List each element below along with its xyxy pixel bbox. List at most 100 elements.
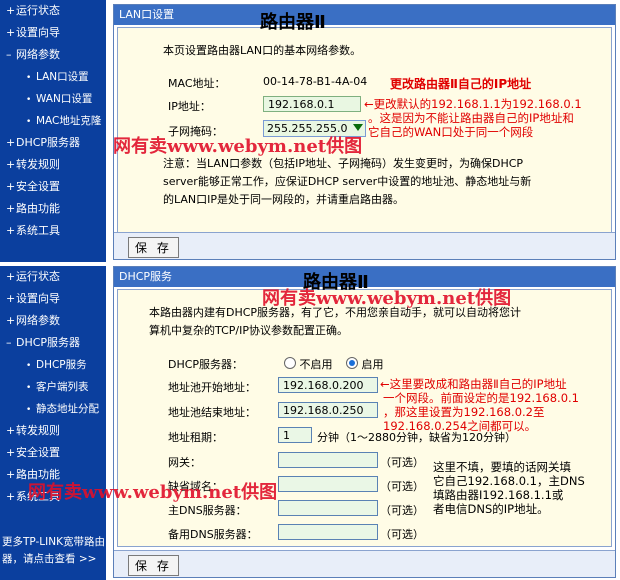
bullet-icon: – [6, 48, 12, 61]
sidebar-item[interactable]: +网络参数 [0, 310, 106, 332]
sidebar-item-label: MAC地址克隆 [36, 115, 102, 127]
secondary-dns-input[interactable] [278, 524, 378, 540]
sidebar-item[interactable]: – DHCP服务器 [0, 332, 106, 354]
sidebar-item-label: 静态地址分配 [36, 403, 99, 415]
sidebar-item-label: DHCP服务器 [16, 336, 81, 349]
dot-icon: • [26, 405, 32, 415]
panel-footer: 保 存 [114, 550, 615, 577]
sidebar-item[interactable]: +DHCP服务器 [0, 132, 106, 154]
sidebar-item[interactable]: +路由功能 [0, 198, 106, 220]
sidebar-item[interactable]: • MAC地址克隆 [0, 110, 106, 132]
page-description: 本页设置路由器LAN口的基本网络参数。 [163, 44, 362, 57]
gateway-input[interactable] [278, 452, 378, 468]
radio-disable-label: 不启用 [299, 358, 333, 371]
dot-icon: • [26, 73, 32, 83]
lease-input[interactable]: 1 [278, 427, 312, 443]
radio-off-icon[interactable] [284, 357, 296, 369]
domain-input[interactable] [278, 476, 378, 492]
sidebar-item[interactable]: +安全设置 [0, 442, 106, 464]
sidebar-item-label: DHCP服务器 [16, 136, 81, 149]
sidebar-item-label: 系统工具 [16, 224, 60, 237]
sidebar-item[interactable]: • 静态地址分配 [0, 398, 106, 420]
ip-label: IP地址： [168, 100, 211, 113]
pool-end-input[interactable]: 192.168.0.250 [278, 402, 378, 418]
sidebar-item[interactable]: • DHCP服务 [0, 354, 106, 376]
bullet-icon: + [6, 314, 16, 327]
gateway-note-line-2: 它自己192.168.0.1，主DNS [433, 474, 585, 488]
mac-value: 00-14-78-B1-4A-04 [263, 75, 368, 88]
bullet-icon: + [6, 490, 16, 503]
annotation-pool-line3: ，那这里设置为192.168.0.2至 [383, 405, 545, 419]
radio-enable-label: 启用 [361, 358, 384, 371]
sidebar-item[interactable]: +设置向导 [0, 22, 106, 44]
pool-end-label: 地址池结束地址： [168, 406, 256, 419]
radio-disable[interactable]: 不启用 [284, 356, 333, 372]
annotation-pool-line1: ←这里要改成和路由器Ⅱ自己的IP地址 [380, 377, 567, 391]
sidebar-item[interactable]: +设置向导 [0, 288, 106, 310]
bullet-icon: + [6, 446, 16, 459]
bullet-icon: + [6, 26, 16, 39]
sidebar-item-label: 安全设置 [16, 180, 60, 193]
radio-enable[interactable]: 启用 [346, 356, 384, 372]
bullet-icon: + [6, 180, 16, 193]
dhcp-server-label: DHCP服务器： [168, 358, 244, 371]
annotation-pool-line2: 一个网段。前面设定的是192.168.0.1 [383, 391, 579, 405]
sidebar-item[interactable]: +系统工具 [0, 220, 106, 242]
sidebar-item[interactable]: +转发规则 [0, 420, 106, 442]
pool-start-input[interactable]: 192.168.0.200 [278, 377, 378, 393]
sidebar-item[interactable]: – 网络参数 [0, 44, 106, 66]
primary-dns-input[interactable] [278, 500, 378, 516]
sidebar-item-label: 运行状态 [16, 270, 60, 283]
sidebar-item[interactable]: • 客户端列表 [0, 376, 106, 398]
sidebar-item-label: 转发规则 [16, 424, 60, 437]
dot-icon: • [26, 95, 32, 105]
footer-line-2[interactable]: 器，请点击查看 >> [0, 551, 106, 568]
save-button[interactable]: 保 存 [128, 555, 179, 576]
bullet-icon: + [6, 158, 16, 171]
domain-optional: （可选） [380, 480, 424, 493]
sidebar-item[interactable]: +运行状态 [0, 0, 106, 22]
panel-footer: 保 存 [114, 232, 615, 259]
bullet-icon: – [6, 336, 12, 349]
panel-title: LAN口设置 [114, 5, 615, 25]
save-button[interactable]: 保 存 [128, 237, 179, 258]
bullet-icon: + [6, 202, 16, 215]
sidebar-item-label: 设置向导 [16, 292, 60, 305]
sidebar-item-label: 转发规则 [16, 158, 60, 171]
bullet-icon: + [6, 292, 16, 305]
sidebar-item[interactable]: +安全设置 [0, 176, 106, 198]
sidebar-item-label: 安全设置 [16, 446, 60, 459]
gateway-note-line-1: 这里不填，要填的话网关填 [433, 460, 571, 474]
sidebar-item-label: WAN口设置 [36, 93, 93, 105]
lan-form: 路由器Ⅱ 本页设置路由器LAN口的基本网络参数。 MAC地址： 00-14-78… [117, 12, 612, 233]
lease-label: 地址租期： [168, 431, 223, 444]
sidebar-item[interactable]: • LAN口设置 [0, 66, 106, 88]
dot-icon: • [26, 361, 32, 371]
sidebar-item[interactable]: +运行状态 [0, 266, 106, 288]
bullet-icon: + [6, 468, 16, 481]
gateway-label: 网关： [168, 456, 201, 469]
watermark-text: 网有卖www.webym.net供图 [262, 288, 512, 309]
primary-dns-label: 主DNS服务器： [168, 504, 247, 517]
primary-dns-optional: （可选） [380, 504, 424, 517]
router-heading: 路由器Ⅱ [260, 12, 326, 33]
gateway-note: 这里不填，要填的话网关填 它自己192.168.0.1，主DNS 填路由器Ⅰ19… [433, 460, 585, 516]
dot-icon: • [26, 117, 32, 127]
sidebar-item[interactable]: • WAN口设置 [0, 88, 106, 110]
dot-icon: • [26, 383, 32, 393]
sidebar-item-label: 网络参数 [16, 48, 60, 61]
footer-line-1[interactable]: 更多TP-LINK宽带路由 [0, 534, 106, 551]
sidebar-item-label: LAN口设置 [36, 71, 89, 83]
sidebar-item[interactable]: +转发规则 [0, 154, 106, 176]
dhcp-settings-panel: DHCP服务 路由器Ⅱ 本路由器内建有DHCP服务器，有了它，不用您亲自动手，就… [113, 266, 616, 578]
sidebar-footer-link[interactable]: 更多TP-LINK宽带路由 器，请点击查看 >> [0, 534, 106, 568]
secondary-dns-optional: （可选） [380, 528, 424, 541]
bullet-icon: + [6, 424, 16, 437]
ip-address-input[interactable]: 192.168.0.1 [263, 96, 361, 112]
sidebar-item-label: DHCP服务 [36, 359, 87, 371]
pool-start-label: 地址池开始地址： [168, 381, 256, 394]
radio-on-icon[interactable] [346, 357, 358, 369]
note-line-3: 的LAN口IP是处于同一网段的，并请重启路由器。 [163, 193, 405, 206]
note-line-2: server能够正常工作，应保证DHCP server中设置的地址池、静态地址与… [163, 175, 532, 188]
watermark-text: 网有卖www.webym.net供图 [28, 482, 278, 503]
